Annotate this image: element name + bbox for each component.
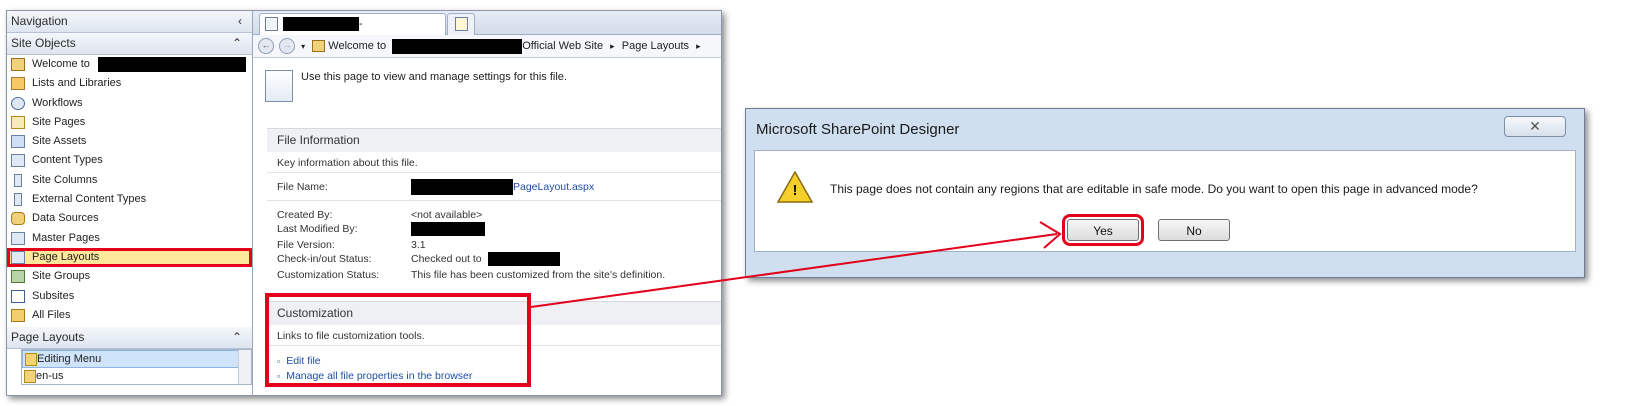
annotation-arrow — [530, 221, 1062, 308]
